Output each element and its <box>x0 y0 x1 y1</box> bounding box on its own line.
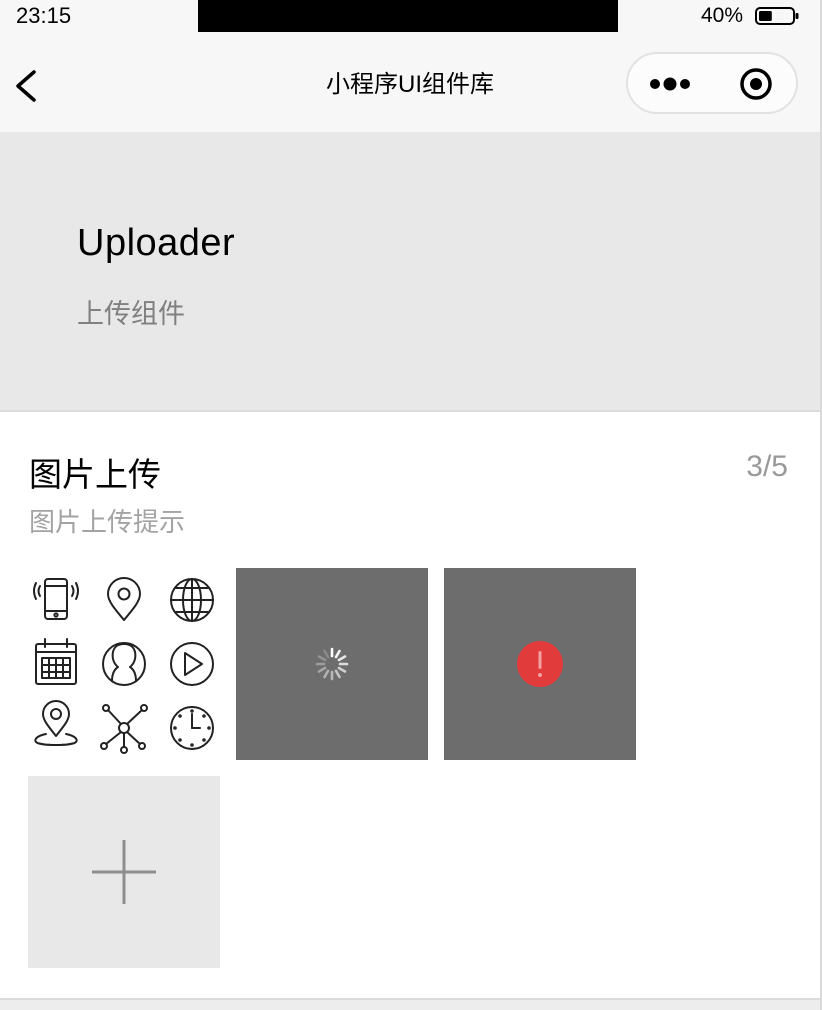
page-header: Uploader 上传组件 <box>0 132 820 410</box>
uploader-card: 图片上传 3/5 图片上传提示 <box>0 410 820 1000</box>
icon-collage-image <box>33 577 214 754</box>
target-close-icon[interactable] <box>738 68 774 100</box>
page-description: 上传组件 <box>77 299 185 329</box>
page-title: Uploader <box>77 222 236 264</box>
bottom-divider <box>0 998 820 1010</box>
uploaded-image-thumbnail[interactable] <box>28 568 220 760</box>
uploader-tip: 图片上传提示 <box>29 507 186 537</box>
battery-percent: 40% <box>700 4 743 27</box>
error-warning-icon <box>517 641 563 687</box>
navigation-bar: 小程序UI组件库 <box>0 32 820 132</box>
failed-image-thumbnail[interactable] <box>444 568 636 760</box>
status-time: 23:15 <box>16 3 72 28</box>
menu-capsule <box>626 52 798 114</box>
uploading-image-thumbnail[interactable] <box>236 568 428 760</box>
add-image-button[interactable] <box>28 776 220 968</box>
app-screen: 23:15 40% 小程序UI组件库 Uploader 上传组件 图片上传 3/… <box>0 0 822 1010</box>
plus-icon <box>92 840 156 904</box>
uploader-count: 3/5 <box>746 450 788 483</box>
loading-spinner-icon <box>315 647 349 681</box>
uploader-title: 图片上传 <box>29 456 161 493</box>
more-dots-icon[interactable] <box>646 68 696 100</box>
battery-icon <box>755 7 799 25</box>
